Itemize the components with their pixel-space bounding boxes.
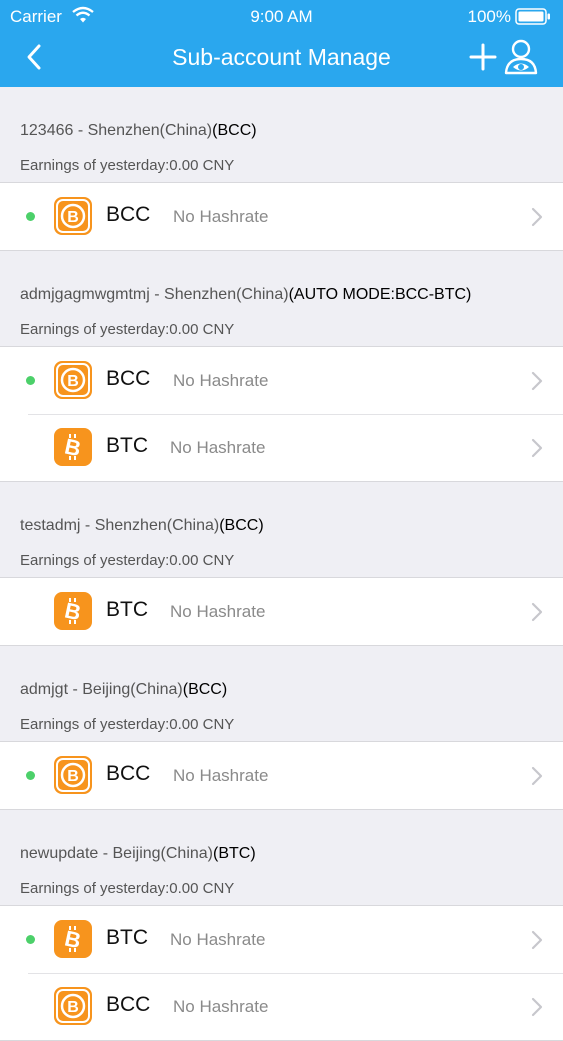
bitcoin-icon: B — [54, 920, 92, 958]
hashrate-status: No Hashrate — [173, 766, 269, 785]
add-icon[interactable] — [468, 42, 498, 72]
svg-text:B: B — [67, 209, 79, 226]
battery-percent: 100% — [467, 7, 511, 26]
chevron-right-icon — [531, 602, 543, 622]
bitcoin-cash-icon: B — [54, 361, 92, 399]
coin-list: B BTC No Hashrate — [0, 577, 563, 646]
coin-name: BCC — [106, 993, 151, 1016]
sub-account-header: newupdate - Beijing(China)(BTC) Earnings … — [0, 810, 563, 905]
hashrate-status: No Hashrate — [170, 602, 266, 621]
yesterday-earnings: Earnings of yesterday:0.00 CNY — [20, 157, 235, 174]
coin-list: B BCC No Hashrate B BTC No Hashrate — [0, 346, 563, 482]
sub-account-header: 123466 - Shenzhen(China)(BCC) Earnings of… — [0, 87, 563, 182]
user-eye-icon[interactable] — [503, 38, 539, 76]
bitcoin-cash-icon: B — [54, 197, 92, 235]
sub-account-title: admjgt - Beijing(China) — [20, 681, 183, 698]
sub-account-name: newupdate - Beijing(China)(BTC) — [20, 845, 256, 863]
sub-account-name: admjgagmwgmtmj - Shenzhen(China)(AUTO MO… — [20, 286, 471, 304]
coin-row[interactable]: B BTC No Hashrate — [0, 414, 563, 482]
sub-account-header: admjgt - Beijing(China)(BCC) Earnings of … — [0, 646, 563, 741]
chevron-right-icon — [531, 766, 543, 786]
hashrate-status: No Hashrate — [173, 997, 269, 1016]
active-indicator — [26, 935, 35, 944]
coin-row[interactable]: B BCC No Hashrate — [0, 973, 563, 1041]
yesterday-earnings: Earnings of yesterday:0.00 CNY — [20, 716, 235, 733]
sub-account-header: admjgagmwgmtmj - Shenzhen(China)(AUTO MO… — [0, 251, 563, 346]
yesterday-earnings: Earnings of yesterday:0.00 CNY — [20, 552, 235, 569]
coin-name: BTC — [106, 598, 148, 621]
mining-mode: (AUTO MODE:BCC-BTC) — [288, 286, 472, 303]
mining-mode: (BCC) — [219, 517, 264, 534]
sub-account-title: admjgagmwgmtmj - Shenzhen(China) — [20, 286, 289, 303]
coin-name: BCC — [106, 203, 151, 226]
mining-mode: (BCC) — [182, 681, 228, 698]
sub-account-title: 123466 - Shenzhen(China) — [20, 122, 213, 139]
coin-row[interactable]: B BCC No Hashrate — [0, 741, 563, 810]
hashrate-status: No Hashrate — [173, 371, 269, 390]
yesterday-earnings: Earnings of yesterday:0.00 CNY — [20, 880, 235, 897]
coin-row[interactable]: B BCC No Hashrate — [0, 182, 563, 251]
sub-account-list: 123466 - Shenzhen(China)(BCC) Earnings of… — [0, 87, 563, 1041]
mining-mode: (BCC) — [212, 122, 257, 139]
active-indicator — [26, 376, 35, 385]
bitcoin-cash-icon: B — [54, 987, 92, 1025]
hashrate-status: No Hashrate — [170, 930, 266, 949]
coin-name: BTC — [106, 926, 148, 949]
chevron-right-icon — [531, 371, 543, 391]
bitcoin-icon: B — [54, 592, 92, 630]
hashrate-status: No Hashrate — [170, 438, 266, 457]
coin-name: BTC — [106, 434, 148, 457]
sub-account-name: 123466 - Shenzhen(China)(BCC) — [20, 122, 257, 140]
svg-text:B: B — [67, 999, 79, 1016]
coin-list: B BTC No Hashrate B BCC No Hashrate — [0, 905, 563, 1041]
chevron-right-icon — [531, 997, 543, 1017]
mining-mode: (BTC) — [213, 845, 256, 862]
battery-icon — [515, 8, 550, 25]
bitcoin-icon: B — [54, 428, 92, 466]
chevron-right-icon — [531, 930, 543, 950]
sub-account-title: testadmj - Shenzhen(China) — [20, 517, 220, 534]
top-bar: Carrier 9:00 AM 100% Sub-account Manage — [0, 0, 563, 87]
chevron-right-icon — [531, 207, 543, 227]
bitcoin-cash-icon: B — [54, 756, 92, 794]
sub-account-name: testadmj - Shenzhen(China)(BCC) — [20, 517, 264, 535]
hashrate-status: No Hashrate — [173, 207, 269, 226]
coin-name: BCC — [106, 367, 151, 390]
svg-text:B: B — [67, 373, 79, 390]
active-indicator — [26, 771, 35, 780]
coin-row[interactable]: B BTC No Hashrate — [0, 577, 563, 646]
coin-list: B BCC No Hashrate — [0, 182, 563, 251]
coin-row[interactable]: B BTC No Hashrate — [0, 905, 563, 973]
sub-account-name: admjgt - Beijing(China)(BCC) — [20, 681, 227, 699]
svg-text:B: B — [67, 768, 79, 785]
sub-account-header: testadmj - Shenzhen(China)(BCC) Earnings … — [0, 482, 563, 577]
status-bar: Carrier 9:00 AM 100% — [0, 0, 563, 34]
coin-name: BCC — [106, 762, 151, 785]
chevron-right-icon — [531, 438, 543, 458]
active-indicator — [26, 212, 35, 221]
coin-list: B BCC No Hashrate — [0, 741, 563, 810]
yesterday-earnings: Earnings of yesterday:0.00 CNY — [20, 321, 235, 338]
sub-account-title: newupdate - Beijing(China) — [20, 845, 213, 862]
coin-row[interactable]: B BCC No Hashrate — [0, 346, 563, 414]
